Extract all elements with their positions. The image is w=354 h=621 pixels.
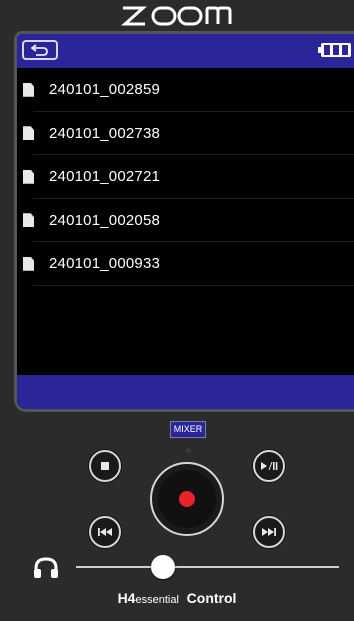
record-button[interactable]	[150, 462, 224, 536]
app-title: H4essential Control	[0, 590, 354, 606]
stop-button[interactable]	[89, 450, 121, 482]
volume-slider-thumb[interactable]	[150, 555, 175, 579]
file-icon	[23, 213, 34, 228]
file-name: 240101_002721	[49, 168, 161, 186]
mixer-button[interactable]: MIXER	[170, 421, 206, 438]
file-row[interactable]: 240101_002058	[17, 199, 354, 243]
file-icon	[23, 82, 34, 97]
file-icon	[23, 256, 34, 271]
file-icon	[23, 169, 34, 184]
rewind-icon	[98, 528, 112, 536]
device-screen: 240101_002859 240101_002738 240101_00272…	[14, 31, 354, 412]
record-icon	[179, 491, 195, 507]
back-arrow-icon	[31, 44, 48, 56]
zoom-logo	[0, 0, 354, 32]
file-row[interactable]: 240101_002721	[17, 155, 354, 199]
rewind-button[interactable]	[89, 516, 121, 548]
file-row[interactable]: 240101_000933	[17, 242, 354, 286]
screen-top-bar	[17, 34, 354, 68]
file-row[interactable]: 240101_002859	[17, 68, 354, 112]
back-button[interactable]	[22, 40, 58, 60]
file-icon	[23, 126, 34, 141]
fast-forward-icon	[262, 528, 276, 536]
battery-full-icon	[318, 43, 351, 57]
file-list: 240101_002859 240101_002738 240101_00272…	[17, 68, 354, 286]
file-name: 240101_002859	[49, 81, 161, 99]
indicator-dot	[186, 448, 191, 453]
headphones-icon	[33, 557, 59, 584]
model-name: H4	[117, 590, 136, 606]
file-name: 240101_000933	[49, 255, 161, 273]
play-pause-icon	[261, 461, 278, 471]
screen-bottom-bar	[17, 375, 354, 409]
record-button-inner	[158, 470, 216, 528]
file-name: 240101_002738	[49, 124, 161, 142]
file-name: 240101_002058	[49, 211, 161, 229]
zoom-logo-mark	[121, 6, 232, 26]
stop-icon	[101, 462, 109, 470]
volume-slider-track[interactable]	[76, 566, 339, 568]
model-suffix: essential	[135, 594, 179, 606]
file-row[interactable]: 240101_002738	[17, 112, 354, 156]
fast-forward-button[interactable]	[253, 516, 285, 548]
play-pause-button[interactable]	[253, 450, 285, 482]
app-name: Control	[186, 590, 237, 606]
